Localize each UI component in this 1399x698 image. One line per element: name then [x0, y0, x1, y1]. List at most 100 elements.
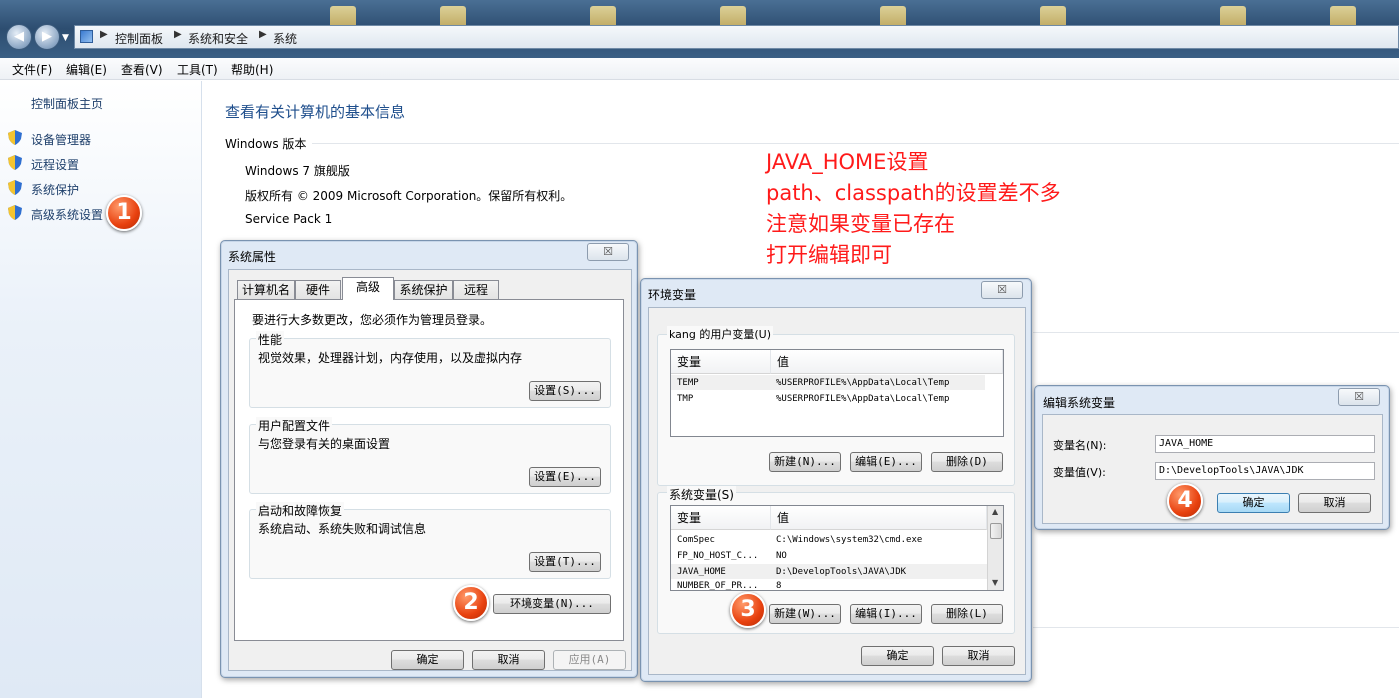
scrollbar[interactable]: ▲ ▼	[987, 506, 1003, 590]
ok-button[interactable]: 确定	[861, 646, 934, 666]
annotation-line-2: path、classpath的设置差不多	[766, 181, 1061, 205]
user-new-button[interactable]: 新建(N)...	[769, 452, 841, 472]
performance-settings-button[interactable]: 设置(S)...	[529, 381, 601, 401]
system-var-name[interactable]: FP_NO_HOST_C...	[677, 551, 758, 561]
nav-device-manager[interactable]: 设备管理器	[31, 131, 91, 148]
breadcrumb-separator-icon: ▶	[100, 29, 108, 40]
system-delete-button[interactable]: 删除(L)	[931, 604, 1003, 624]
variable-value-input[interactable]: D:\DevelopTools\JAVA\JDK	[1155, 462, 1375, 480]
tab-computer-name[interactable]: 计算机名	[237, 280, 295, 300]
group-title: 用户配置文件	[256, 417, 333, 434]
user-delete-button[interactable]: 删除(D)	[931, 452, 1003, 472]
system-var-name[interactable]: JAVA_HOME	[677, 567, 726, 577]
system-new-button[interactable]: 新建(W)...	[769, 604, 841, 624]
section-divider	[1033, 627, 1399, 628]
tab-hardware[interactable]: 硬件	[295, 280, 341, 300]
explorer-address-bar-area: ◀ ▶ ▼ ▶ 控制面板 ▶ 系统和安全 ▶ 系统	[0, 0, 1399, 58]
nav-remote-settings[interactable]: 远程设置	[31, 156, 79, 173]
step-badge-1: 1	[106, 195, 142, 231]
uac-shield-icon	[8, 205, 22, 220]
dialog-title: 环境变量	[648, 288, 697, 302]
variable-value-label: 变量值(V):	[1053, 466, 1106, 479]
breadcrumb-separator-icon: ▶	[174, 29, 182, 40]
system-variables-group: 系统变量(S) 变量 值 ComSpec C:\Windows\system32…	[657, 486, 1015, 634]
system-var-value[interactable]: NO	[776, 551, 787, 561]
user-var-name[interactable]: TEMP	[677, 378, 699, 388]
nav-system-protection[interactable]: 系统保护	[31, 181, 79, 198]
user-var-name[interactable]: TMP	[677, 394, 693, 404]
dialog-body: kang 的用户变量(U) 变量 值 TEMP %USERPROFILE%\Ap…	[648, 307, 1026, 675]
environment-variables-dialog: 环境变量 ☒ kang 的用户变量(U) 变量 值 TEMP %USERPROF…	[640, 278, 1032, 682]
menu-help[interactable]: 帮助(H)	[231, 61, 273, 78]
menu-file[interactable]: 文件(F)	[12, 61, 52, 78]
close-button[interactable]: ☒	[981, 281, 1023, 299]
close-button[interactable]: ☒	[587, 243, 629, 261]
annotation-line-3: 注意如果变量已存在	[766, 212, 955, 236]
group-title: 启动和故障恢复	[256, 502, 345, 519]
performance-group: 性能 视觉效果，处理器计划，内存使用，以及虚拟内存 设置(S)...	[249, 331, 611, 408]
tab-advanced[interactable]: 高级	[342, 277, 394, 300]
control-panel-icon	[80, 30, 93, 43]
breadcrumb-system[interactable]: 系统	[273, 30, 297, 47]
dialog-title: 编辑系统变量	[1043, 396, 1116, 410]
close-button[interactable]: ☒	[1338, 388, 1380, 406]
column-header-variable[interactable]: 变量	[671, 350, 771, 374]
system-var-value[interactable]: D:\DevelopTools\JAVA\JDK	[776, 567, 906, 577]
variable-name-input[interactable]: JAVA_HOME	[1155, 435, 1375, 453]
dialog-body: 变量名(N): JAVA_HOME 变量值(V): D:\DevelopTool…	[1042, 414, 1383, 524]
scrollbar-thumb[interactable]	[990, 523, 1002, 539]
service-pack-text: Service Pack 1	[245, 212, 333, 226]
recent-pages-chevron-icon[interactable]: ▼	[62, 33, 69, 43]
step-badge-2: 2	[453, 585, 489, 621]
user-var-value[interactable]: %USERPROFILE%\AppData\Local\Temp	[776, 378, 949, 388]
user-var-value[interactable]: %USERPROFILE%\AppData\Local\Temp	[776, 394, 949, 404]
breadcrumb-control-panel[interactable]: 控制面板	[115, 30, 163, 47]
menu-view[interactable]: 查看(V)	[121, 61, 163, 78]
menu-tools[interactable]: 工具(T)	[177, 61, 218, 78]
dialog-body: 计算机名 硬件 高级 系统保护 远程 要进行大多数更改，您必须作为管理员登录。 …	[228, 269, 632, 671]
profile-settings-button[interactable]: 设置(E)...	[529, 467, 601, 487]
breadcrumb-system-security[interactable]: 系统和安全	[188, 30, 248, 47]
uac-shield-icon	[8, 130, 22, 145]
scroll-up-icon[interactable]: ▲	[992, 507, 998, 516]
user-edit-button[interactable]: 编辑(E)...	[850, 452, 922, 472]
system-edit-button[interactable]: 编辑(I)...	[850, 604, 922, 624]
system-var-name[interactable]: ComSpec	[677, 535, 715, 545]
advanced-tab-panel: 要进行大多数更改，您必须作为管理员登录。 性能 视觉效果，处理器计划，内存使用，…	[234, 299, 624, 641]
apply-button[interactable]: 应用(A)	[553, 650, 626, 670]
environment-variables-button[interactable]: 环境变量(N)...	[493, 594, 611, 614]
cancel-button[interactable]: 取消	[472, 650, 545, 670]
control-panel-home-link[interactable]: 控制面板主页	[31, 95, 103, 112]
startup-settings-button[interactable]: 设置(T)...	[529, 552, 601, 572]
column-header-variable[interactable]: 变量	[671, 506, 771, 530]
nav-advanced-system-settings[interactable]: 高级系统设置	[31, 206, 103, 223]
cancel-button[interactable]: 取消	[942, 646, 1015, 666]
ok-button[interactable]: 确定	[1217, 493, 1290, 513]
ok-button[interactable]: 确定	[391, 650, 464, 670]
group-title: kang 的用户变量(U)	[667, 326, 774, 342]
windows-edition-value: Windows 7 旗舰版	[245, 164, 350, 178]
menu-edit[interactable]: 编辑(E)	[66, 61, 107, 78]
uac-shield-icon	[8, 155, 22, 170]
user-profiles-group: 用户配置文件 与您登录有关的桌面设置 设置(E)...	[249, 417, 611, 494]
forward-button[interactable]: ▶	[34, 24, 60, 50]
scroll-down-icon[interactable]: ▼	[992, 578, 998, 587]
user-variables-group: kang 的用户变量(U) 变量 值 TEMP %USERPROFILE%\Ap…	[657, 326, 1015, 486]
system-var-value[interactable]: C:\Windows\system32\cmd.exe	[776, 535, 922, 545]
system-properties-dialog: 系统属性 ☒ 计算机名 硬件 高级 系统保护 远程 要进行大多数更改，您必须作为…	[220, 240, 638, 678]
tab-system-protection[interactable]: 系统保护	[394, 280, 453, 300]
column-header-value[interactable]: 值	[771, 506, 987, 530]
group-description: 系统启动、系统失败和调试信息	[258, 522, 427, 536]
system-variables-list[interactable]: 变量 值 ComSpec C:\Windows\system32\cmd.exe…	[670, 505, 1004, 591]
menu-bar: 文件(F) 编辑(E) 查看(V) 工具(T) 帮助(H)	[0, 58, 1399, 80]
cancel-button[interactable]: 取消	[1298, 493, 1371, 513]
system-var-name[interactable]: NUMBER_OF_PR...	[677, 581, 758, 590]
section-divider	[312, 143, 1399, 144]
page-title: 查看有关计算机的基本信息	[225, 103, 406, 121]
user-variables-list[interactable]: 变量 值 TEMP %USERPROFILE%\AppData\Local\Te…	[670, 349, 1004, 437]
address-bar[interactable]: ▶ 控制面板 ▶ 系统和安全 ▶ 系统	[74, 25, 1399, 49]
system-var-value[interactable]: 8	[776, 581, 781, 590]
back-button[interactable]: ◀	[6, 24, 32, 50]
column-header-value[interactable]: 值	[771, 350, 1003, 374]
tab-remote[interactable]: 远程	[453, 280, 499, 300]
